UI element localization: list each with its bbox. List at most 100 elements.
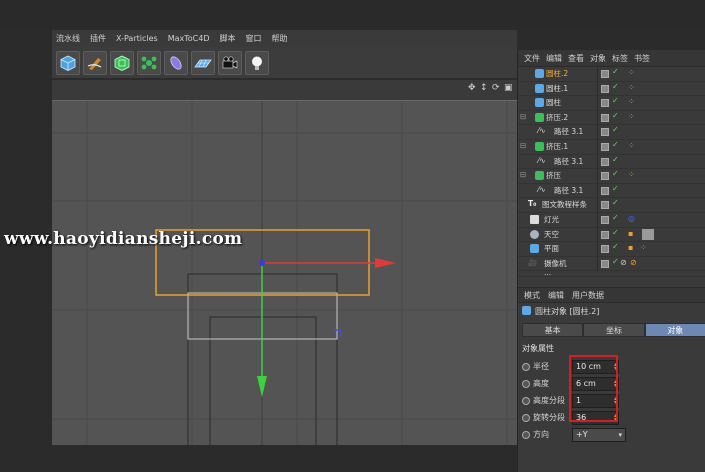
layer-checkbox[interactable] — [601, 70, 609, 78]
layer-checkbox[interactable] — [601, 201, 609, 210]
om-menu-tag[interactable]: 标签 — [612, 53, 628, 64]
rotate-view-icon[interactable]: ⟳ — [492, 84, 501, 93]
om-menu-edit[interactable]: 编辑 — [546, 53, 562, 64]
attr-menu-edit[interactable]: 编辑 — [548, 290, 564, 301]
top-blank-area — [0, 0, 705, 30]
object-row[interactable]: 灯光 ✓ ◎ — [518, 213, 705, 228]
object-row[interactable]: ⁄∿ 路径 3.1 ✓ — [518, 154, 705, 170]
object-row[interactable]: ... — [518, 271, 705, 278]
enabled-check-icon[interactable]: ✓ — [612, 198, 619, 207]
phong-tag-icon[interactable]: ⁘ — [628, 141, 635, 150]
visibility-off-icon[interactable]: ⊘ — [620, 258, 627, 267]
layer-checkbox[interactable] — [601, 172, 609, 181]
attr-menu-mode[interactable]: 模式 — [524, 290, 540, 301]
enabled-check-icon[interactable]: ✓ — [612, 228, 619, 237]
layer-checkbox[interactable] — [601, 143, 609, 151]
material-tag-icon[interactable]: ▪ — [628, 229, 633, 238]
object-row[interactable]: 平面 ✓ ▪ ⁘ — [518, 242, 705, 257]
enabled-check-icon[interactable]: ✓ — [612, 140, 619, 149]
pen-icon[interactable] — [83, 51, 107, 75]
move-view-icon[interactable]: ✥ — [468, 84, 477, 93]
menu-help[interactable]: 帮助 — [272, 33, 288, 44]
object-row[interactable]: 🎥 摄像机 ✓ ⊘ ⊘ — [518, 256, 705, 272]
enabled-check-icon[interactable]: ✓ — [612, 184, 619, 193]
deformer-icon[interactable] — [164, 51, 188, 75]
tab-coord[interactable]: 坐标 — [583, 323, 645, 337]
3d-viewport[interactable] — [52, 100, 517, 445]
object-row[interactable]: ⁄∿ 路径 3.1 ✓ — [518, 183, 705, 199]
object-row[interactable]: ⊟ 挤压.2 ✓ ⁘ — [518, 110, 705, 126]
menu-window[interactable]: 窗口 — [246, 33, 262, 44]
layer-checkbox[interactable] — [601, 186, 609, 195]
enabled-check-icon[interactable]: ✓ — [612, 242, 619, 251]
menu-maxtoc4d[interactable]: MaxToC4D — [168, 34, 210, 43]
object-row[interactable]: ⁄∿ 路径 3.1 ✓ — [518, 125, 705, 140]
phong-tag-icon[interactable]: ⁘ — [628, 83, 635, 92]
menu-plugins[interactable]: 插件 — [90, 33, 106, 44]
enabled-check-icon[interactable]: ✓ — [612, 111, 619, 120]
om-menu-view[interactable]: 查看 — [568, 53, 584, 64]
layer-checkbox[interactable] — [601, 245, 609, 254]
phong-tag-icon[interactable]: ⁘ — [628, 170, 635, 179]
animate-radio[interactable] — [522, 380, 530, 388]
om-menu-file[interactable]: 文件 — [524, 53, 540, 64]
phong-tag-icon[interactable]: ⁘ — [640, 243, 647, 252]
enabled-check-icon[interactable]: ✓ — [612, 169, 619, 178]
enabled-check-icon[interactable]: ✓ — [612, 125, 619, 134]
collapse-icon[interactable]: ⊟ — [520, 170, 526, 179]
layer-checkbox[interactable] — [601, 259, 609, 268]
zoom-view-icon[interactable]: ↕ — [480, 84, 489, 93]
material-tag-icon[interactable]: ▪ — [628, 243, 633, 252]
object-row[interactable]: 天空 ✓ ▪ — [518, 227, 705, 243]
animate-radio[interactable] — [522, 363, 530, 371]
om-menu-object[interactable]: 对象 — [590, 53, 606, 64]
layer-checkbox[interactable] — [601, 128, 609, 137]
layer-checkbox[interactable] — [601, 216, 609, 224]
cloner-icon[interactable] — [137, 51, 161, 75]
camera-icon[interactable] — [218, 51, 242, 75]
animate-radio[interactable] — [522, 414, 530, 422]
enabled-check-icon[interactable]: ✓ — [612, 96, 619, 105]
layer-checkbox[interactable] — [601, 113, 609, 122]
enabled-check-icon[interactable]: ✓ — [612, 257, 619, 266]
menu-script[interactable]: 脚本 — [220, 33, 236, 44]
collapse-icon[interactable]: ⊟ — [520, 112, 526, 121]
menu-xparticles[interactable]: X-Particles — [116, 34, 158, 43]
floor-icon[interactable] — [191, 51, 215, 75]
object-row[interactable]: ⊟ 挤压.1 ✓ ⁘ — [518, 140, 705, 155]
phong-tag-icon[interactable]: ⁘ — [628, 112, 635, 121]
enabled-check-icon[interactable]: ✓ — [612, 213, 619, 222]
animate-radio[interactable] — [522, 397, 530, 405]
enabled-check-icon[interactable]: ✓ — [612, 155, 619, 164]
object-row[interactable]: 圆柱.2 ✓ ⁘ — [518, 67, 705, 82]
maximize-view-icon[interactable]: ▣ — [504, 84, 513, 93]
object-row[interactable]: 圆柱.1 ✓ ⁘ — [518, 81, 705, 97]
phong-tag-icon[interactable]: ⁘ — [628, 68, 635, 77]
attr-menu-userdata[interactable]: 用户数据 — [572, 290, 604, 301]
animate-radio[interactable] — [522, 431, 530, 439]
layer-checkbox[interactable] — [601, 84, 609, 93]
object-row[interactable]: 圆柱 ✓ ⁘ — [518, 96, 705, 111]
subdivision-icon[interactable] — [110, 51, 134, 75]
tab-basic[interactable]: 基本 — [522, 323, 584, 337]
layer-checkbox[interactable] — [601, 99, 609, 108]
object-row[interactable]: T₀ 图文教程样条 ✓ — [518, 198, 705, 213]
light-icon[interactable] — [245, 51, 269, 75]
menu-pipeline[interactable]: 流水线 — [56, 33, 80, 44]
collapse-icon[interactable]: ⊟ — [520, 141, 526, 150]
enabled-check-icon[interactable]: ✓ — [612, 82, 619, 91]
cylinder-icon — [535, 98, 544, 108]
texture-tag-icon[interactable] — [642, 228, 654, 240]
column-divider — [597, 67, 598, 81]
om-menu-bookmark[interactable]: 书签 — [634, 53, 650, 64]
orientation-select[interactable]: +Y ▾ — [572, 428, 626, 442]
layer-checkbox[interactable] — [601, 230, 609, 239]
protection-tag-icon[interactable]: ⊘ — [630, 258, 637, 267]
enabled-check-icon[interactable]: ✓ — [612, 67, 619, 76]
layer-checkbox[interactable] — [601, 157, 609, 166]
cube-icon[interactable] — [56, 51, 80, 75]
phong-tag-icon[interactable]: ⁘ — [628, 97, 635, 106]
tab-object[interactable]: 对象 — [644, 323, 705, 337]
object-row[interactable]: ⊟ 挤压 ✓ ⁘ — [518, 169, 705, 184]
target-tag-icon[interactable]: ◎ — [628, 214, 635, 223]
